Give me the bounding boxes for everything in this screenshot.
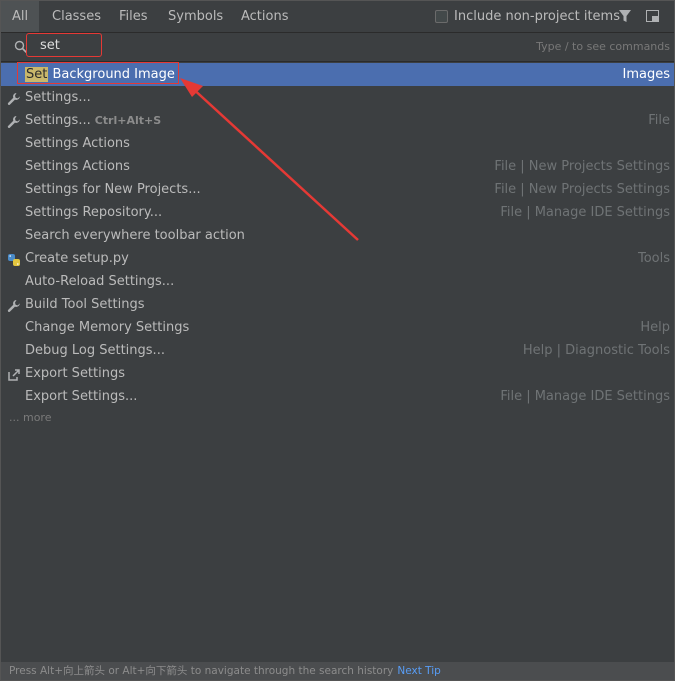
- result-location: Images: [622, 67, 671, 82]
- result-row[interactable]: Settings...: [1, 86, 674, 109]
- tab-all[interactable]: All: [1, 1, 40, 32]
- status-bar: Press Alt+向上箭头 or Alt+向下箭头 to navigate t…: [1, 662, 674, 680]
- result-text: Debug Log Settings...: [25, 343, 165, 358]
- tab-actions[interactable]: Actions: [230, 1, 300, 32]
- result-label: Settings Actions: [25, 132, 130, 155]
- result-row[interactable]: Change Memory Settings Help: [1, 316, 674, 339]
- next-tip-link[interactable]: Next Tip: [397, 665, 440, 677]
- result-location: Tools: [637, 251, 670, 266]
- result-row[interactable]: Settings... Ctrl+Alt+S File: [1, 109, 674, 132]
- result-text: Settings Actions: [25, 136, 130, 151]
- result-label: Create setup.py: [25, 247, 129, 270]
- result-location: File | New Projects Settings: [494, 159, 670, 174]
- result-row[interactable]: Export Settings... File | Manage IDE Sett…: [1, 385, 674, 408]
- result-label: Export Settings: [25, 362, 125, 385]
- result-location: File | Manage IDE Settings: [500, 389, 670, 404]
- result-label: Auto-Reload Settings...: [25, 270, 174, 293]
- result-location: File | Manage IDE Settings: [500, 205, 670, 220]
- result-row[interactable]: Settings for New Projects... File | New P…: [1, 178, 674, 201]
- result-text: Background Image: [48, 67, 175, 82]
- result-row[interactable]: Settings Actions: [1, 132, 674, 155]
- tab-symbols[interactable]: Symbols: [157, 1, 234, 32]
- python-icon: [7, 252, 21, 266]
- status-text: Press Alt+向上箭头 or Alt+向下箭头 to navigate t…: [9, 665, 394, 677]
- include-checkbox[interactable]: [435, 10, 448, 23]
- result-row[interactable]: Search everywhere toolbar action: [1, 224, 674, 247]
- result-row[interactable]: Set Background Image Images: [1, 62, 674, 86]
- result-label: Settings Actions: [25, 155, 130, 178]
- tab-classes[interactable]: Classes: [41, 1, 112, 32]
- result-row[interactable]: Settings Repository... File | Manage IDE …: [1, 201, 674, 224]
- results-list: Set Background Image Images Settings... Set…: [1, 62, 674, 428]
- result-text: Settings...: [25, 90, 91, 105]
- result-text: Export Settings: [25, 366, 126, 381]
- result-row[interactable]: Auto-Reload Settings...: [1, 270, 674, 293]
- result-text: Change Memory Settings: [25, 320, 190, 335]
- result-row[interactable]: Debug Log Settings... Help | Diagnostic T…: [1, 339, 674, 362]
- open-in-window-icon[interactable]: [646, 10, 659, 22]
- tab-bar: All Classes Files Symbols Actions Includ…: [1, 1, 674, 33]
- result-label: Export Settings...: [25, 385, 137, 408]
- filter-icon[interactable]: [618, 9, 632, 23]
- result-label: Settings for New Projects...: [25, 178, 201, 201]
- export-icon: [7, 367, 21, 381]
- result-text: Auto-Reload Settings...: [25, 274, 175, 289]
- result-label: Set Background Image: [25, 63, 175, 86]
- result-label: Change Memory Settings: [25, 316, 189, 339]
- result-location: Help | Diagnostic Tools: [522, 343, 670, 358]
- result-label: Settings...: [25, 86, 91, 109]
- result-text: Build Tool Settings: [25, 297, 145, 312]
- search-bar: Type / to see commands: [1, 33, 674, 62]
- result-location: File | New Projects Settings: [494, 182, 670, 197]
- search-everywhere-popup: All Classes Files Symbols Actions Includ…: [0, 0, 675, 681]
- result-row[interactable]: Export Settings: [1, 362, 674, 385]
- result-text: Settings Actions: [25, 159, 130, 174]
- result-location: File: [648, 113, 670, 128]
- result-text: Settings Repository...: [25, 205, 163, 220]
- result-label: Build Tool Settings: [25, 293, 144, 316]
- wrench-icon: [7, 114, 21, 128]
- wrench-icon: [7, 91, 21, 105]
- result-text: Settings for New Projects...: [25, 182, 201, 197]
- tab-files[interactable]: Files: [108, 1, 159, 32]
- result-text: Search everywhere toolbar action: [25, 228, 245, 243]
- wrench-icon: [7, 298, 21, 312]
- more-link[interactable]: ... more: [1, 408, 674, 428]
- result-row[interactable]: Create setup.py Tools: [1, 247, 674, 270]
- result-row[interactable]: Settings Actions File | New Projects Sett…: [1, 155, 674, 178]
- result-location: Help: [640, 320, 670, 335]
- match-highlight: Set: [25, 67, 49, 82]
- search-hint: Type / to see commands: [536, 40, 670, 53]
- result-label: Search everywhere toolbar action: [25, 224, 245, 247]
- result-label: Settings... Ctrl+Alt+S: [25, 109, 161, 132]
- result-label: Settings Repository...: [25, 201, 162, 224]
- shortcut-hint: Ctrl+Alt+S: [94, 114, 162, 127]
- search-input[interactable]: [26, 33, 102, 57]
- result-text: Create setup.py: [25, 251, 129, 266]
- result-label: Debug Log Settings...: [25, 339, 165, 362]
- include-label: Include non-project items: [454, 9, 620, 24]
- result-text: Settings...: [25, 113, 91, 128]
- result-row[interactable]: Build Tool Settings: [1, 293, 674, 316]
- result-text: Export Settings...: [25, 389, 138, 404]
- include-non-project-toggle[interactable]: Include non-project items: [435, 1, 620, 32]
